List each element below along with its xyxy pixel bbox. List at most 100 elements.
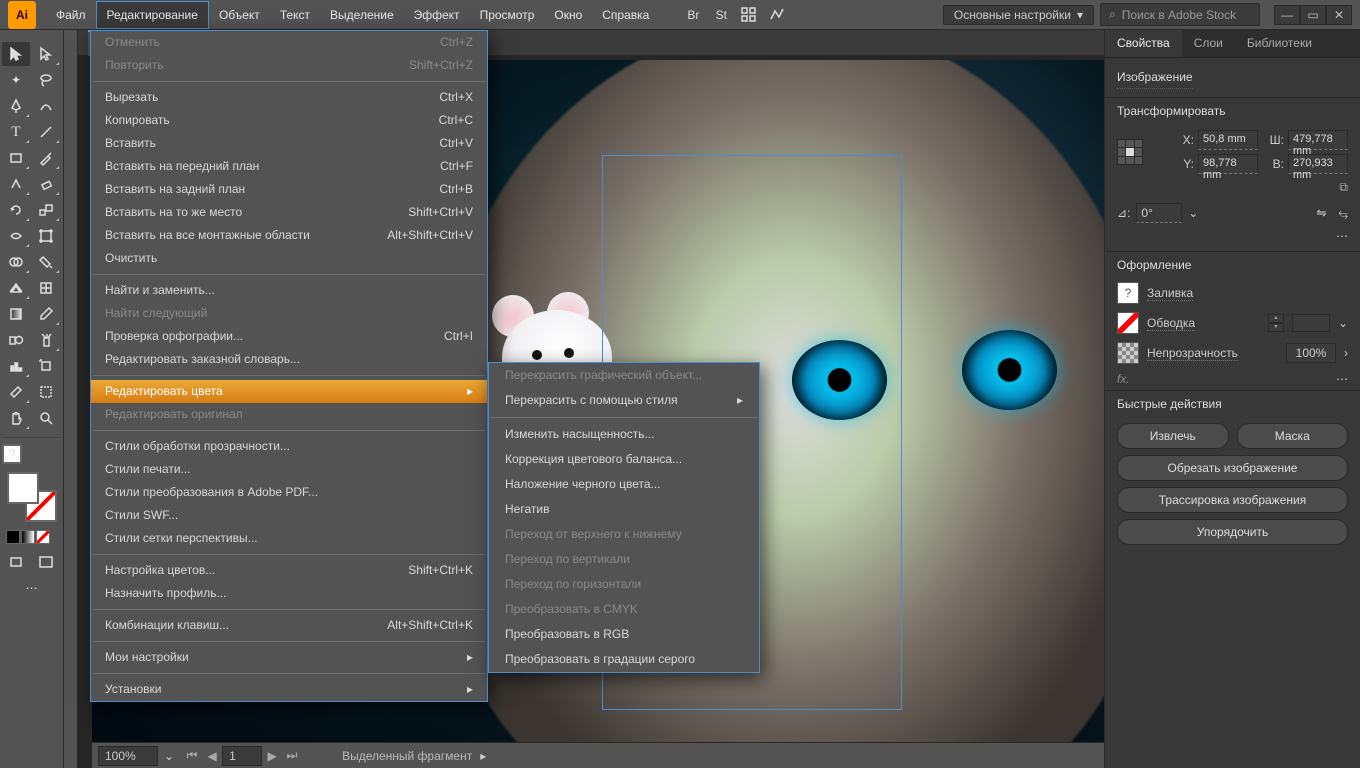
edit-menu-item[interactable]: ВырезатьCtrl+X xyxy=(91,86,487,109)
menu-file[interactable]: Файл xyxy=(46,2,96,28)
qa-trace-button[interactable]: Трассировка изображения xyxy=(1117,487,1348,513)
perspective-grid-tool[interactable] xyxy=(2,276,30,300)
color-mode-gradient[interactable] xyxy=(21,530,35,544)
magic-wand-tool[interactable]: ✦ xyxy=(2,68,30,92)
stroke-color-button[interactable] xyxy=(1117,312,1139,334)
fill-indicator[interactable]: ? xyxy=(2,444,22,464)
artboard-tool[interactable] xyxy=(32,354,60,378)
menu-window[interactable]: Окно xyxy=(544,2,592,28)
chevron-down-icon[interactable]: ⌄ xyxy=(1338,316,1348,330)
constrain-proportions-icon[interactable]: ⧉ xyxy=(1339,180,1348,195)
menu-text[interactable]: Текст xyxy=(270,2,320,28)
edit-menu-item[interactable]: Установки▸ xyxy=(91,678,487,701)
qa-extract-button[interactable]: Извлечь xyxy=(1117,423,1229,449)
edit-colors-submenu-item[interactable]: Коррекция цветового баланса... xyxy=(489,447,759,472)
live-paint-tool[interactable] xyxy=(32,250,60,274)
symbol-sprayer-tool[interactable] xyxy=(32,328,60,352)
zoom-tool[interactable] xyxy=(32,406,60,430)
edit-menu-item[interactable]: Вставить на передний планCtrl+F xyxy=(91,155,487,178)
slice-tool[interactable] xyxy=(2,380,30,404)
flip-horizontal-icon[interactable]: ⇋ xyxy=(1316,206,1326,220)
curvature-tool[interactable] xyxy=(32,94,60,118)
edit-colors-submenu-item[interactable]: Изменить насыщенность... xyxy=(489,422,759,447)
menu-object[interactable]: Объект xyxy=(209,2,270,28)
stock-search-input[interactable]: ⌕ Поиск в Adobe Stock xyxy=(1100,3,1260,26)
edit-colors-submenu-item[interactable]: Преобразовать в RGB xyxy=(489,622,759,647)
transform-h-input[interactable]: 270,933 mm xyxy=(1288,154,1348,174)
chevron-right-icon[interactable]: ▸ xyxy=(480,749,486,763)
eraser-tool[interactable] xyxy=(32,172,60,196)
first-artboard-button[interactable]: ⏮ xyxy=(182,747,202,765)
column-graph-tool[interactable] xyxy=(2,354,30,378)
color-mode-none[interactable] xyxy=(36,530,50,544)
edit-menu-item[interactable]: КопироватьCtrl+C xyxy=(91,109,487,132)
chevron-down-icon[interactable]: ⌄ xyxy=(164,749,174,763)
screen-mode-full[interactable] xyxy=(32,550,60,574)
qa-crop-button[interactable]: Обрезать изображение xyxy=(1117,455,1348,481)
opacity-input[interactable]: 100% xyxy=(1286,343,1336,363)
edit-menu-item[interactable]: Комбинации клавиш...Alt+Shift+Ctrl+K xyxy=(91,614,487,637)
fx-icon[interactable]: fx. xyxy=(1117,372,1130,386)
blend-tool[interactable] xyxy=(2,328,30,352)
eyedropper-tool[interactable] xyxy=(32,302,60,326)
qa-arrange-button[interactable]: Упорядочить xyxy=(1117,519,1348,545)
menu-edit[interactable]: Редактирование xyxy=(96,1,209,29)
zoom-level-input[interactable]: 100% xyxy=(98,746,158,766)
menu-help[interactable]: Справка xyxy=(592,2,659,28)
scale-tool[interactable] xyxy=(32,198,60,222)
edit-menu-item[interactable]: Очистить xyxy=(91,247,487,270)
pen-tool[interactable] xyxy=(2,94,30,118)
edit-menu-item[interactable]: Вставить на то же местоShift+Ctrl+V xyxy=(91,201,487,224)
more-options-icon[interactable]: ⋯ xyxy=(1336,229,1348,243)
rotate-angle-input[interactable]: 0° xyxy=(1136,203,1182,223)
print-tiling-tool[interactable] xyxy=(32,380,60,404)
gradient-tool[interactable] xyxy=(2,302,30,326)
type-tool[interactable]: T xyxy=(2,120,30,144)
edit-menu-item[interactable]: Редактировать цвета▸ xyxy=(91,380,487,403)
stroke-weight-input[interactable] xyxy=(1292,314,1330,332)
edit-toolbar-button[interactable]: ⋯ xyxy=(18,576,46,600)
chevron-right-icon[interactable]: › xyxy=(1344,346,1348,360)
edit-menu-item[interactable]: Настройка цветов...Shift+Ctrl+K xyxy=(91,559,487,582)
tab-properties[interactable]: Свойства xyxy=(1105,30,1182,57)
next-artboard-button[interactable]: ▶ xyxy=(262,747,282,765)
tab-libraries[interactable]: Библиотеки xyxy=(1235,30,1324,57)
selection-tool[interactable] xyxy=(2,42,30,66)
free-transform-tool[interactable] xyxy=(32,224,60,248)
edit-menu-item[interactable]: Проверка орфографии...Ctrl+I xyxy=(91,325,487,348)
stock-icon[interactable]: St xyxy=(707,3,735,27)
color-swatch[interactable] xyxy=(7,472,57,522)
chevron-down-icon[interactable]: ⌄ xyxy=(1188,206,1198,220)
transform-x-input[interactable]: 50,8 mm xyxy=(1198,130,1258,150)
shaper-tool[interactable] xyxy=(2,172,30,196)
color-mode-solid[interactable] xyxy=(6,530,20,544)
transform-y-input[interactable]: 98,778 mm xyxy=(1198,154,1258,174)
bridge-icon[interactable]: Br xyxy=(679,3,707,27)
edit-menu-item[interactable]: Стили преобразования в Adobe PDF... xyxy=(91,481,487,504)
rectangle-tool[interactable] xyxy=(2,146,30,170)
lasso-tool[interactable] xyxy=(32,68,60,92)
workspace-switcher[interactable]: Основные настройки ▾ xyxy=(943,5,1094,25)
mesh-tool[interactable] xyxy=(32,276,60,300)
edit-menu-item[interactable]: Вставить на все монтажные областиAlt+Shi… xyxy=(91,224,487,247)
fill-color-swatch[interactable] xyxy=(7,472,39,504)
edit-colors-submenu-item[interactable]: Преобразовать в градации серого xyxy=(489,647,759,672)
artboard-number-input[interactable]: 1 xyxy=(222,746,262,766)
line-tool[interactable] xyxy=(32,120,60,144)
edit-menu-item[interactable]: ВставитьCtrl+V xyxy=(91,132,487,155)
edit-menu-item[interactable]: Вставить на задний планCtrl+B xyxy=(91,178,487,201)
reference-point-selector[interactable] xyxy=(1117,139,1143,165)
prev-artboard-button[interactable]: ◀ xyxy=(202,747,222,765)
qa-mask-button[interactable]: Маска xyxy=(1237,423,1349,449)
window-minimize-button[interactable]: — xyxy=(1274,5,1300,25)
edit-menu-item[interactable]: Стили обработки прозрачности... xyxy=(91,435,487,458)
edit-menu-item[interactable]: Мои настройки▸ xyxy=(91,646,487,669)
menu-view[interactable]: Просмотр xyxy=(470,2,545,28)
stroke-weight-stepper[interactable]: ▴▾ xyxy=(1268,314,1284,332)
rotate-tool[interactable] xyxy=(2,198,30,222)
last-artboard-button[interactable]: ⏭ xyxy=(282,747,302,765)
arrange-icon[interactable] xyxy=(735,3,763,27)
edit-menu-item[interactable]: Стили SWF... xyxy=(91,504,487,527)
flip-vertical-icon[interactable]: ⥃ xyxy=(1338,206,1348,221)
width-tool[interactable] xyxy=(2,224,30,248)
